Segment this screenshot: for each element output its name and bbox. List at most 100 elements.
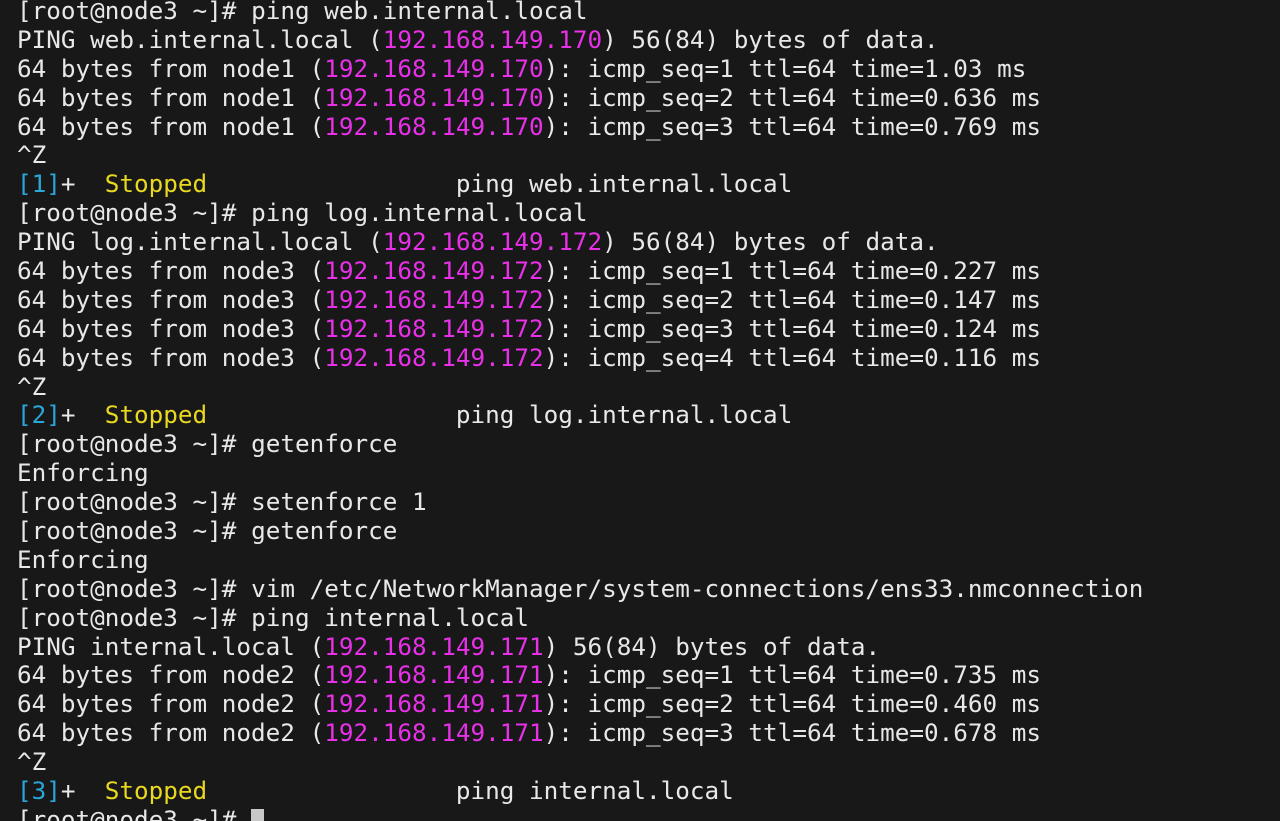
reply-stats: : icmp_seq=1 ttl=64 time=0.227 ms — [558, 256, 1041, 286]
command-text: getenforce — [251, 429, 398, 459]
shell-prompt: [root@node3 ~]# — [17, 573, 252, 603]
reply-prefix: 64 bytes from — [17, 660, 222, 690]
ping-header-tail: 56(84) bytes of data. — [616, 227, 939, 257]
ping-label: PING — [17, 631, 91, 661]
ip-address: 192.168.149.171 — [324, 689, 544, 719]
reply-node: node1 — [221, 82, 295, 112]
command-line: [root@node3 ~]# setenforce 1 — [17, 487, 1143, 517]
paren-close: ) — [543, 689, 559, 719]
ping-label: PING — [17, 24, 91, 54]
paren-close: ) — [543, 342, 559, 372]
command-text: ping web.internal.local — [251, 0, 588, 25]
reply-stats: : icmp_seq=3 ttl=64 time=0.124 ms — [558, 313, 1041, 343]
job-status: Stopped — [104, 776, 208, 806]
job-command: ping internal.local — [455, 776, 734, 806]
command-text: ping log.internal.local — [251, 198, 588, 228]
job-status-line: [2]+ Stopped ping log.internal.local — [17, 401, 1143, 430]
reply-stats: : icmp_seq=3 ttl=64 time=0.769 ms — [558, 111, 1041, 141]
job-spacer — [207, 776, 456, 805]
job-status-line: [3]+ Stopped ping internal.local — [17, 776, 1143, 806]
terminal-output: [root@node3 ~]# ping web.internal.local P… — [17, 0, 1143, 821]
ip-address: 192.168.149.172 — [324, 313, 544, 343]
job-status-line: [1]+ Stopped ping web.internal.local — [17, 169, 1143, 199]
paren-close: ) — [543, 660, 559, 690]
ping-reply-line: 64 bytes from node3 (192.168.149.172): i… — [17, 284, 1143, 315]
output-line: Enforcing — [17, 545, 1143, 575]
command-text: setenforce 1 — [251, 487, 427, 517]
cursor[interactable] — [251, 808, 265, 821]
job-marker: + — [60, 169, 105, 199]
ping-host: internal.local — [90, 631, 295, 661]
job-command: ping web.internal.local — [455, 169, 793, 199]
reply-node: node3 — [221, 256, 295, 286]
ip-address: 192.168.149.170 — [324, 53, 544, 83]
shell-prompt: [root@node3 ~]# — [17, 198, 252, 228]
ip-address: 192.168.149.172 — [324, 284, 544, 314]
reply-prefix: 64 bytes from — [17, 718, 222, 748]
ping-header-tail: 56(84) bytes of data. — [616, 24, 939, 54]
reply-stats: : icmp_seq=4 ttl=64 time=0.116 ms — [558, 342, 1041, 372]
output-text: ^Z — [17, 140, 47, 170]
reply-prefix: 64 bytes from — [17, 256, 222, 286]
paren-close: ) — [543, 313, 559, 343]
ping-host: web.internal.local — [90, 24, 354, 54]
reply-node: node2 — [221, 689, 295, 719]
ping-reply-line: 64 bytes from node2 (192.168.149.171): i… — [17, 689, 1143, 719]
input-line[interactable]: [root@node3 ~]# — [17, 804, 1143, 821]
ping-reply-line: 64 bytes from node3 (192.168.149.172): i… — [17, 342, 1143, 373]
command-line: [root@node3 ~]# ping log.internal.local — [17, 198, 1143, 228]
ip-address: 192.168.149.172 — [324, 256, 544, 286]
output-text: ^Z — [17, 371, 47, 401]
output-text: ^Z — [17, 747, 47, 777]
job-marker: + — [60, 400, 105, 430]
output-text: Enforcing — [17, 458, 149, 488]
ping-header-tail: 56(84) bytes of data. — [558, 631, 881, 661]
ping-reply-line: 64 bytes from node1 (192.168.149.170): i… — [17, 82, 1143, 113]
ping-reply-line: 64 bytes from node3 (192.168.149.172): i… — [17, 256, 1143, 286]
reply-prefix: 64 bytes from — [17, 313, 222, 343]
ip-address: 192.168.149.172 — [382, 227, 603, 257]
shell-prompt: [root@node3 ~]# — [17, 429, 252, 459]
shell-prompt: [root@node3 ~]# — [17, 804, 252, 821]
reply-node: node1 — [221, 53, 295, 83]
reply-prefix: 64 bytes from — [17, 342, 222, 372]
paren-close: ) — [602, 24, 617, 54]
reply-node: node1 — [221, 111, 295, 141]
paren-close: ) — [543, 631, 559, 661]
output-line: ^Z — [17, 141, 1143, 170]
reply-stats: : icmp_seq=2 ttl=64 time=0.147 ms — [558, 284, 1041, 314]
reply-prefix: 64 bytes from — [17, 82, 222, 112]
ip-address: 192.168.149.170 — [382, 24, 603, 54]
reply-node: node3 — [221, 342, 295, 372]
ip-address: 192.168.149.171 — [324, 631, 544, 661]
reply-node: node3 — [221, 313, 295, 343]
job-status: Stopped — [104, 169, 208, 199]
ping-header-line: PING web.internal.local (192.168.149.170… — [17, 24, 1143, 55]
reply-prefix: 64 bytes from — [17, 689, 222, 719]
reply-stats: : icmp_seq=2 ttl=64 time=0.460 ms — [558, 689, 1041, 719]
terminal-window[interactable]: [root@node3 ~]# ping web.internal.local P… — [0, 0, 1280, 821]
ping-reply-line: 64 bytes from node3 (192.168.149.172): i… — [17, 313, 1143, 344]
paren-open: ( — [294, 342, 325, 372]
paren-open: ( — [294, 256, 325, 286]
ping-reply-line: 64 bytes from node2 (192.168.149.171): i… — [17, 661, 1143, 690]
command-line: [root@node3 ~]# ping internal.local — [17, 603, 1143, 633]
reply-node: node2 — [221, 718, 295, 748]
ping-header-line: PING internal.local (192.168.149.171) 56… — [17, 631, 1143, 662]
ping-label: PING — [17, 227, 91, 257]
job-id: [2] — [17, 400, 61, 430]
paren-close: ) — [543, 53, 559, 83]
paren-close: ) — [543, 111, 559, 141]
paren-open: ( — [353, 24, 383, 54]
ping-host: log.internal.local — [90, 227, 354, 257]
job-id: [1] — [17, 169, 61, 199]
paren-open: ( — [353, 227, 383, 257]
reply-stats: : icmp_seq=1 ttl=64 time=1.03 ms — [558, 53, 1027, 83]
paren-close: ) — [602, 227, 617, 257]
command-line: [root@node3 ~]# getenforce — [17, 516, 1143, 546]
command-line: [root@node3 ~]# ping web.internal.local — [17, 0, 1143, 26]
reply-stats: : icmp_seq=2 ttl=64 time=0.636 ms — [558, 82, 1041, 112]
reply-prefix: 64 bytes from — [17, 53, 222, 83]
paren-close: ) — [543, 718, 559, 748]
paren-open: ( — [294, 631, 325, 661]
